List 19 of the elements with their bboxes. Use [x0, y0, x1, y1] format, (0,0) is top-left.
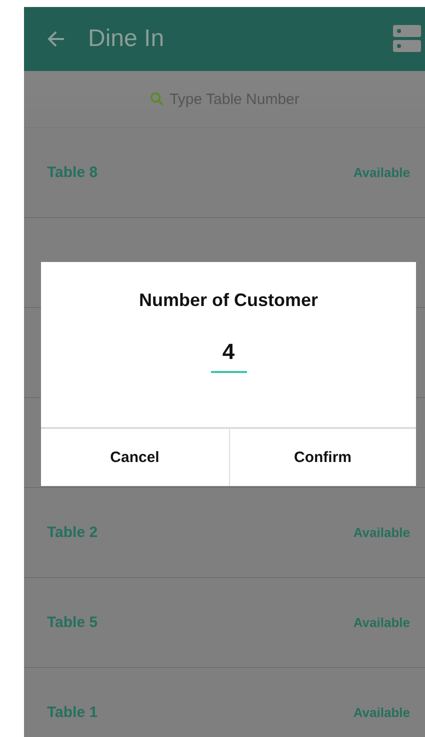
list-view-button[interactable]: [393, 25, 421, 53]
dialog-title: Number of Customer: [138, 290, 319, 311]
table-row[interactable]: Table 8 Available: [24, 128, 425, 218]
table-name: Table 8: [47, 164, 98, 181]
back-arrow-icon: [47, 30, 65, 48]
table-status: Available: [353, 165, 410, 180]
stacked-panels-icon: [393, 25, 421, 53]
table-name: Table 1: [47, 704, 98, 721]
table-status: Available: [353, 705, 410, 720]
search-icon: [150, 92, 164, 106]
table-row[interactable]: Table 5 Available: [24, 578, 425, 668]
table-status: Available: [353, 525, 410, 540]
table-status: Available: [353, 615, 410, 630]
table-name: Table 2: [47, 524, 98, 541]
customer-count-input[interactable]: 4: [210, 339, 246, 373]
table-name: Table 5: [47, 614, 98, 631]
table-row[interactable]: Table 1 Available: [24, 668, 425, 737]
table-row[interactable]: Table 2 Available: [24, 488, 425, 578]
screen-title: Dine In: [88, 25, 166, 53]
